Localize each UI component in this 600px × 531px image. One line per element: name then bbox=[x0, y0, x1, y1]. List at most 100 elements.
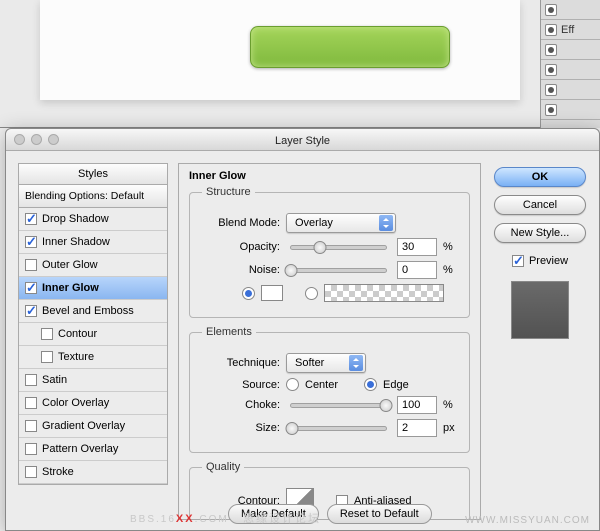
style-row-gradient-overlay[interactable]: Gradient Overlay bbox=[19, 415, 167, 438]
choke-input[interactable]: 100 bbox=[397, 396, 437, 414]
style-checkbox[interactable] bbox=[25, 374, 37, 386]
size-input[interactable]: 2 bbox=[397, 419, 437, 437]
layers-row[interactable]: Eff bbox=[541, 20, 600, 40]
preview-checkbox[interactable] bbox=[512, 255, 524, 267]
settings-panel: Inner Glow Structure Blend Mode: Overlay… bbox=[178, 163, 481, 520]
style-row-satin[interactable]: Satin bbox=[19, 369, 167, 392]
structure-legend: Structure bbox=[202, 186, 255, 198]
watermark-bbs: BBS.16XX.COM 思缘设计论坛 bbox=[130, 510, 321, 526]
elements-legend: Elements bbox=[202, 326, 256, 338]
layers-row[interactable] bbox=[541, 80, 600, 100]
style-row-pattern-overlay[interactable]: Pattern Overlay bbox=[19, 438, 167, 461]
technique-label: Technique: bbox=[202, 357, 280, 369]
styles-header[interactable]: Styles bbox=[19, 164, 167, 185]
noise-label: Noise: bbox=[202, 264, 280, 276]
percent-unit: % bbox=[443, 264, 457, 276]
style-checkbox[interactable] bbox=[25, 236, 37, 248]
color-radio[interactable] bbox=[242, 287, 255, 300]
green-button-shape bbox=[250, 26, 450, 68]
style-row-contour[interactable]: Contour bbox=[19, 323, 167, 346]
style-checkbox[interactable] bbox=[41, 351, 53, 363]
noise-input[interactable]: 0 bbox=[397, 261, 437, 279]
reset-default-button[interactable]: Reset to Default bbox=[327, 504, 432, 524]
source-edge-radio[interactable] bbox=[364, 378, 377, 391]
style-row-bevel-and-emboss[interactable]: Bevel and Emboss bbox=[19, 300, 167, 323]
layers-row[interactable] bbox=[541, 60, 600, 80]
dropdown-arrows-icon bbox=[379, 215, 393, 231]
choke-slider[interactable] bbox=[290, 403, 387, 408]
source-center-radio[interactable] bbox=[286, 378, 299, 391]
visibility-eye-icon[interactable] bbox=[545, 24, 557, 36]
style-label: Pattern Overlay bbox=[42, 443, 118, 455]
style-checkbox[interactable] bbox=[25, 420, 37, 432]
style-label: Outer Glow bbox=[42, 259, 98, 271]
styles-list-column: Styles Blending Options: Default Drop Sh… bbox=[18, 163, 168, 520]
close-icon[interactable] bbox=[14, 134, 25, 145]
blend-mode-value: Overlay bbox=[295, 217, 333, 229]
style-label: Texture bbox=[58, 351, 94, 363]
style-label: Gradient Overlay bbox=[42, 420, 125, 432]
blending-options-row[interactable]: Blending Options: Default bbox=[19, 185, 167, 208]
visibility-eye-icon[interactable] bbox=[545, 84, 557, 96]
style-checkbox[interactable] bbox=[25, 213, 37, 225]
style-checkbox[interactable] bbox=[25, 466, 37, 478]
style-row-color-overlay[interactable]: Color Overlay bbox=[19, 392, 167, 415]
preview-swatch bbox=[511, 281, 569, 339]
quality-legend: Quality bbox=[202, 461, 244, 473]
source-label: Source: bbox=[202, 379, 280, 391]
minimize-icon[interactable] bbox=[31, 134, 42, 145]
style-label: Contour bbox=[58, 328, 97, 340]
new-style-button[interactable]: New Style... bbox=[494, 223, 586, 243]
cancel-button[interactable]: Cancel bbox=[494, 195, 586, 215]
layer-label: Eff bbox=[561, 24, 574, 36]
technique-value: Softer bbox=[295, 357, 324, 369]
choke-label: Choke: bbox=[202, 399, 280, 411]
size-slider[interactable] bbox=[290, 426, 387, 431]
dialog-titlebar[interactable]: Layer Style bbox=[6, 129, 599, 151]
panel-title: Inner Glow bbox=[189, 170, 470, 182]
color-swatch[interactable] bbox=[261, 285, 283, 301]
layers-row[interactable] bbox=[541, 0, 600, 20]
percent-unit: % bbox=[443, 241, 457, 253]
style-label: Bevel and Emboss bbox=[42, 305, 134, 317]
technique-select[interactable]: Softer bbox=[286, 353, 366, 373]
style-checkbox[interactable] bbox=[25, 397, 37, 409]
gradient-radio[interactable] bbox=[305, 287, 318, 300]
style-row-stroke[interactable]: Stroke bbox=[19, 461, 167, 484]
style-label: Satin bbox=[42, 374, 67, 386]
visibility-eye-icon[interactable] bbox=[545, 4, 557, 16]
style-row-inner-shadow[interactable]: Inner Shadow bbox=[19, 231, 167, 254]
style-row-inner-glow[interactable]: Inner Glow bbox=[19, 277, 167, 300]
visibility-eye-icon[interactable] bbox=[545, 64, 557, 76]
style-checkbox[interactable] bbox=[25, 443, 37, 455]
structure-group: Structure Blend Mode: Overlay Opacity: 3… bbox=[189, 186, 470, 318]
style-row-texture[interactable]: Texture bbox=[19, 346, 167, 369]
gradient-swatch[interactable] bbox=[324, 284, 444, 302]
dropdown-arrows-icon bbox=[349, 355, 363, 371]
opacity-slider[interactable] bbox=[290, 245, 387, 250]
style-checkbox[interactable] bbox=[41, 328, 53, 340]
window-traffic-lights bbox=[14, 134, 59, 145]
ok-button[interactable]: OK bbox=[494, 167, 586, 187]
watermark-url: WWW.MISSYUAN.COM bbox=[465, 515, 590, 526]
noise-slider[interactable] bbox=[290, 268, 387, 273]
layers-panel: Eff bbox=[540, 0, 600, 128]
style-row-outer-glow[interactable]: Outer Glow bbox=[19, 254, 167, 277]
px-unit: px bbox=[443, 422, 457, 434]
opacity-input[interactable]: 30 bbox=[397, 238, 437, 256]
style-checkbox[interactable] bbox=[25, 305, 37, 317]
canvas-document bbox=[40, 0, 520, 100]
style-label: Inner Glow bbox=[42, 282, 99, 294]
canvas-area: Eff bbox=[0, 0, 600, 128]
dialog-title: Layer Style bbox=[275, 135, 330, 147]
style-checkbox[interactable] bbox=[25, 282, 37, 294]
visibility-eye-icon[interactable] bbox=[545, 104, 557, 116]
blend-mode-select[interactable]: Overlay bbox=[286, 213, 396, 233]
style-row-drop-shadow[interactable]: Drop Shadow bbox=[19, 208, 167, 231]
style-checkbox[interactable] bbox=[25, 259, 37, 271]
layers-row[interactable] bbox=[541, 100, 600, 120]
layers-row[interactable] bbox=[541, 40, 600, 60]
zoom-icon[interactable] bbox=[48, 134, 59, 145]
style-label: Stroke bbox=[42, 466, 74, 478]
visibility-eye-icon[interactable] bbox=[545, 44, 557, 56]
